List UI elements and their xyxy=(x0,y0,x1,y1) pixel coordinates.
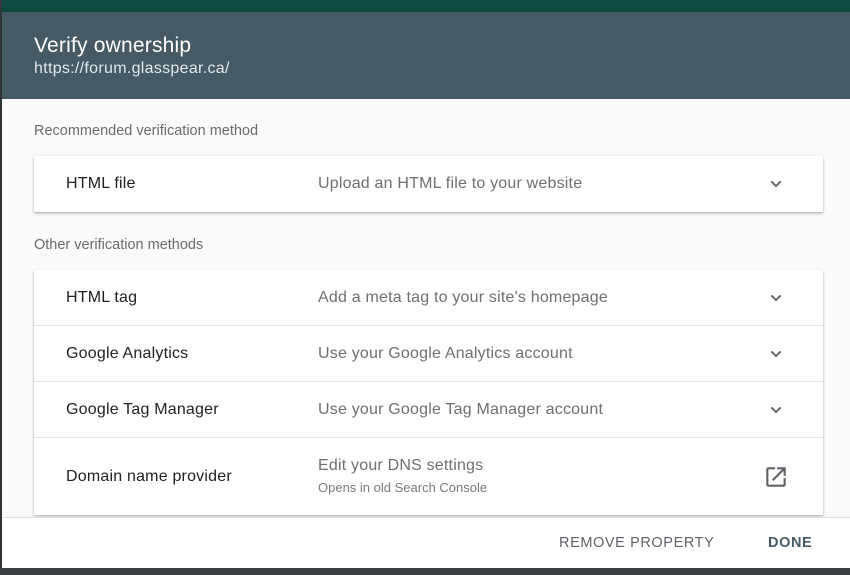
chevron-down-icon[interactable] xyxy=(766,400,786,420)
dialog-title: Verify ownership xyxy=(34,34,192,57)
dialog-content: Recommended verification method HTML fil… xyxy=(2,99,850,517)
method-row-html-file[interactable]: HTML file Upload an HTML file to your we… xyxy=(34,156,823,212)
method-row-google-analytics[interactable]: Google Analytics Use your Google Analyti… xyxy=(34,326,823,382)
method-description: Edit your DNS settings xyxy=(318,457,484,474)
method-description: Use your Google Tag Manager account xyxy=(318,400,604,418)
chevron-down-icon[interactable] xyxy=(766,174,786,194)
method-name: Google Tag Manager xyxy=(66,400,219,418)
accent-bar xyxy=(2,0,850,12)
open-in-new-icon[interactable] xyxy=(763,464,789,490)
method-description: Add a meta tag to your site's homepage xyxy=(318,288,608,306)
verify-ownership-dialog: Verify ownership https://forum.glasspear… xyxy=(2,0,850,568)
done-button[interactable]: DONE xyxy=(768,535,812,551)
method-row-html-tag[interactable]: HTML tag Add a meta tag to your site's h… xyxy=(34,270,823,326)
method-name: Google Analytics xyxy=(66,344,189,362)
dialog-footer: REMOVE PROPERTY DONE xyxy=(2,517,850,568)
method-name: HTML file xyxy=(66,175,136,192)
method-name: Domain name provider xyxy=(66,467,232,485)
method-row-google-tag-manager[interactable]: Google Tag Manager Use your Google Tag M… xyxy=(34,382,823,438)
method-name: HTML tag xyxy=(66,288,138,306)
recommended-section-label: Recommended verification method xyxy=(34,123,259,139)
dialog-header: Verify ownership https://forum.glasspear… xyxy=(2,12,850,99)
chevron-down-icon[interactable] xyxy=(766,288,786,308)
backdrop-strip xyxy=(0,568,850,575)
other-section-label: Other verification methods xyxy=(34,237,204,253)
other-methods-card: HTML tag Add a meta tag to your site's h… xyxy=(34,270,823,515)
method-subtext: Opens in old Search Console xyxy=(318,480,488,495)
method-description: Upload an HTML file to your website xyxy=(318,175,583,192)
recommended-methods-card: HTML file Upload an HTML file to your we… xyxy=(34,156,823,212)
method-description: Use your Google Analytics account xyxy=(318,344,573,362)
property-url: https://forum.glasspear.ca/ xyxy=(34,60,230,77)
chevron-down-icon[interactable] xyxy=(766,344,786,364)
remove-property-button[interactable]: REMOVE PROPERTY xyxy=(559,535,714,551)
method-row-domain-name-provider[interactable]: Domain name provider Edit your DNS setti… xyxy=(34,438,823,515)
